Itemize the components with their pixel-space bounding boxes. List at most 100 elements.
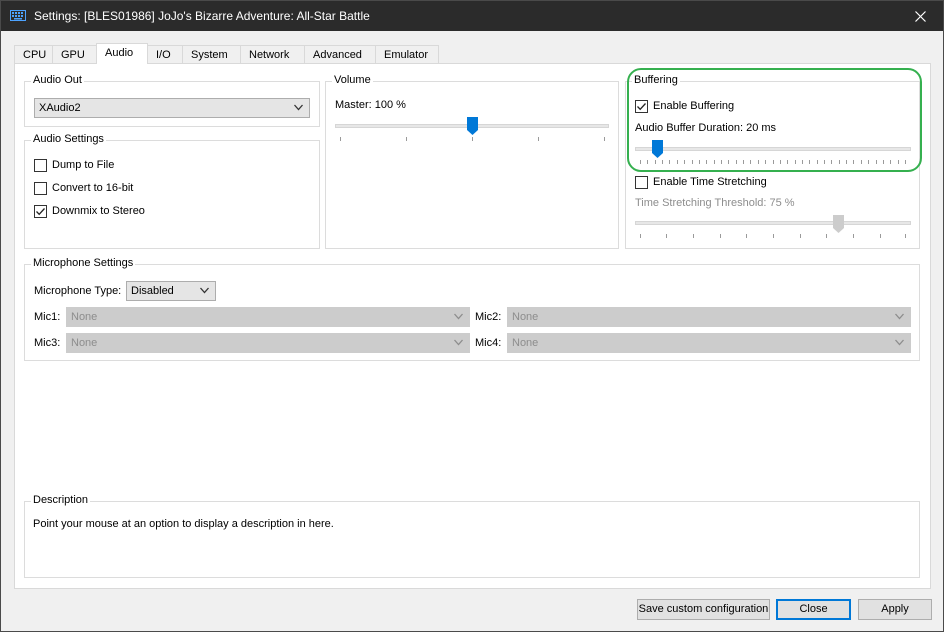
slider-tick [706, 160, 707, 164]
slider-tick [824, 160, 825, 164]
mic1-dropdown[interactable]: None [66, 307, 470, 327]
tab-advanced[interactable]: Advanced [304, 45, 376, 64]
mic4-label: Mic4: [475, 337, 502, 349]
slider-tick [817, 160, 818, 164]
chevron-down-icon [294, 104, 303, 111]
time-stretch-threshold-ticks [640, 234, 906, 240]
mic3-label: Mic3: [34, 337, 61, 349]
slider-tick [692, 160, 693, 164]
close-button[interactable]: Close [776, 599, 851, 620]
slider-tick [684, 160, 685, 164]
mic2-dropdown[interactable]: None [507, 307, 911, 327]
slider-tick [647, 160, 648, 164]
audio-out-group: Audio Out XAudio2 [24, 74, 320, 127]
slider-tick [662, 160, 663, 164]
buffering-legend: Buffering [632, 74, 680, 86]
title-bar[interactable]: Settings: [BLES01986] JoJo's Bizarre Adv… [1, 1, 943, 31]
audio-tab-panel: Audio Out XAudio2 Audio Settings Dump to… [14, 63, 931, 589]
close-icon [914, 10, 926, 22]
checkbox-box [635, 99, 648, 113]
tab-io[interactable]: I/O [147, 45, 183, 64]
tab-strip: CPU GPU Audio I/O System Network Advance… [14, 43, 439, 64]
keyboard-icon [10, 10, 26, 21]
mic1-label: Mic1: [34, 311, 61, 323]
enable-buffering-checkbox[interactable]: Enable Buffering [635, 98, 734, 114]
slider-tick [795, 160, 796, 164]
audio-out-legend: Audio Out [31, 74, 84, 86]
slider-tick [773, 160, 774, 164]
microphone-type-label: Microphone Type: [34, 285, 122, 297]
enable-time-stretching-checkbox[interactable]: Enable Time Stretching [635, 174, 767, 190]
master-volume-slider[interactable] [467, 117, 478, 135]
mic3-value: None [71, 337, 98, 349]
downmix-stereo-checkbox[interactable]: Downmix to Stereo [34, 203, 145, 219]
slider-tick [721, 160, 722, 164]
dump-to-file-checkbox[interactable]: Dump to File [34, 157, 114, 173]
mic1-value: None [71, 311, 98, 323]
time-stretch-threshold-label: Time Stretching Threshold: 75 % [635, 197, 795, 209]
slider-tick [809, 160, 810, 164]
buffer-duration-ticks [640, 160, 906, 166]
slider-tick [677, 160, 678, 164]
chevron-down-icon [200, 287, 209, 294]
chevron-down-icon [895, 313, 904, 320]
window-title: Settings: [BLES01986] JoJo's Bizarre Adv… [34, 9, 370, 23]
checkbox-box [34, 204, 47, 218]
master-volume-label: Master: 100 % [335, 99, 406, 111]
slider-tick [728, 160, 729, 164]
master-volume-ticks [340, 137, 605, 143]
slider-tick [758, 160, 759, 164]
slider-tick [669, 160, 670, 164]
slider-tick [714, 160, 715, 164]
dump-to-file-label: Dump to File [52, 159, 115, 171]
enable-time-stretching-label: Enable Time Stretching [653, 176, 767, 188]
chevron-down-icon [454, 313, 463, 320]
audio-out-selected: XAudio2 [39, 102, 81, 114]
time-stretch-threshold-track [635, 221, 911, 225]
tab-system[interactable]: System [182, 45, 241, 64]
slider-tick [787, 160, 788, 164]
slider-tick [898, 160, 899, 164]
audio-settings-legend: Audio Settings [31, 133, 106, 145]
slider-tick [876, 160, 877, 164]
close-window-button[interactable] [897, 1, 943, 31]
mic4-dropdown[interactable]: None [507, 333, 911, 353]
slider-tick [831, 160, 832, 164]
checkbox-box [34, 181, 47, 195]
slider-tick [861, 160, 862, 164]
chevron-down-icon [895, 339, 904, 346]
convert-16bit-label: Convert to 16-bit [52, 182, 134, 194]
downmix-stereo-label: Downmix to Stereo [52, 205, 145, 217]
description-group: Description Point your mouse at an optio… [24, 494, 920, 578]
slider-tick [780, 160, 781, 164]
slider-tick [846, 160, 847, 164]
microphone-settings-group: Microphone Settings Microphone Type: Dis… [24, 257, 920, 361]
microphone-type-selected: Disabled [131, 285, 174, 297]
convert-16bit-checkbox[interactable]: Convert to 16-bit [34, 180, 133, 196]
microphone-settings-legend: Microphone Settings [31, 257, 136, 269]
apply-button[interactable]: Apply [858, 599, 932, 620]
tab-emulator[interactable]: Emulator [375, 45, 439, 64]
tab-gpu[interactable]: GPU [52, 45, 97, 64]
check-icon [36, 207, 45, 215]
check-icon [637, 102, 646, 110]
buffer-duration-label: Audio Buffer Duration: 20 ms [635, 122, 777, 134]
description-text: Point your mouse at an option to display… [33, 518, 334, 530]
microphone-type-dropdown[interactable]: Disabled [126, 281, 216, 301]
slider-tick [853, 160, 854, 164]
description-legend: Description [31, 494, 91, 506]
mic2-value: None [512, 311, 539, 323]
save-custom-configuration-button[interactable]: Save custom configuration [637, 599, 770, 620]
mic3-dropdown[interactable]: None [66, 333, 470, 353]
slider-tick [839, 160, 840, 164]
tab-network[interactable]: Network [240, 45, 305, 64]
tab-audio[interactable]: Audio [96, 43, 148, 64]
tab-cpu[interactable]: CPU [14, 45, 53, 64]
buffer-duration-slider[interactable] [652, 140, 663, 158]
slider-tick [640, 160, 641, 164]
volume-group: Volume Master: 100 % [325, 74, 619, 249]
time-stretch-threshold-slider[interactable] [833, 215, 844, 233]
audio-out-dropdown[interactable]: XAudio2 [34, 98, 310, 118]
slider-tick [765, 160, 766, 164]
volume-legend: Volume [332, 74, 373, 86]
